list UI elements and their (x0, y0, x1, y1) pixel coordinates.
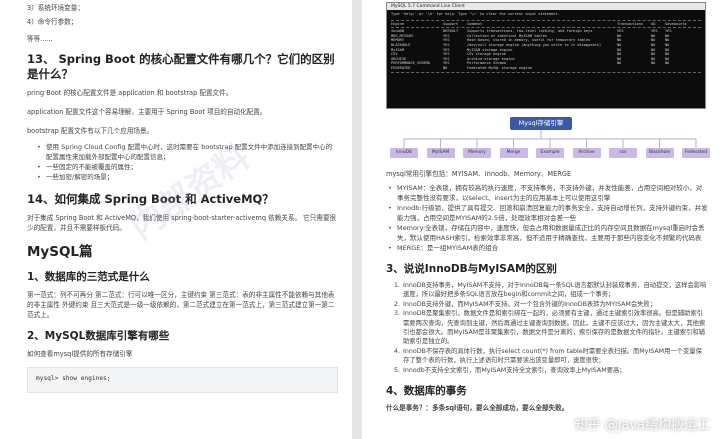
bullet-list: MYISAM：全表锁，拥有较高的执行速度，不支持事务，不支持外键，并发性能差，占… (388, 183, 708, 253)
list-item: 5. Innodb不支持全文索引，而MyISAM支持全文索引，查询效率上MyISA… (394, 366, 626, 374)
document-page-right: MySQL 5.7 Command Line Client Type 'help… (362, 0, 720, 439)
diagram-leaf-node: csv (609, 148, 637, 158)
paragraph: mysql常用引擎包括：MYISAM、Innodb、Memory、MERGE (386, 170, 572, 178)
paragraph: pring Boot 的核心配置文件是 application 和 bootst… (27, 89, 233, 97)
section-heading-mysql-engines: 2、MySQL数据库引擎有哪些 (27, 330, 170, 342)
diagram-leaf-node: InnoDB (390, 148, 418, 158)
engine-diagram: Mysql存储引擎 InnoDB MyISAM Memory Merge Example… (386, 115, 716, 165)
paragraph: application 配置文件这个容易理解，主要用于 Spring Boot … (27, 108, 267, 116)
section-heading-q13: 13、 Spring Boot 的核心配置文件有哪几个？它们的区别是什么？ (27, 52, 335, 81)
paragraph: 什么是事务？：多条sql语句，要么全部成功，要么全部失败。 (386, 404, 569, 413)
document-page-left: 3）系统环境变量； 4）命令行参数； 等等...... 13、 Spring B… (0, 0, 352, 439)
list-item: 4）命令行参数； (27, 18, 78, 26)
page-gutter (352, 0, 362, 439)
numbered-list: 1. InnoDB支持事务，MyISAM不支持，对于InnoDB每一条SQL语言都… (394, 281, 708, 375)
list-item: MERGE：是一组MYISAM表的组合 (388, 243, 708, 253)
diagram-leaf-node: Example (536, 148, 564, 158)
list-item: 4. InnoDB不保存表的具体行数，执行select count(*) from… (394, 347, 702, 365)
diagram-leaf-node: Memory (463, 148, 491, 158)
list-item: Innodb:行级锁，提供了具有提交、回滚和崩溃回复能力的事务安全，支持自动增长… (388, 203, 708, 223)
list-item: MYISAM：全表锁，拥有较高的执行速度，不支持事务，不支持外键，并发性能差，占… (388, 183, 708, 203)
etc-text: 等等...... (27, 35, 53, 43)
terminal-row: FEDERATED NO Federated MySQL storage engin… (391, 65, 532, 70)
list-item: 一些加密/解密的场景； (37, 172, 338, 182)
diagram-leaf-node: Blackhole (645, 148, 674, 158)
terminal-header-row: Engine Support Comment Transactions XA Savepo… (391, 21, 687, 26)
list-item: 使用 Spring Cloud Config 配置中心时，这时需要在 boots… (37, 142, 338, 162)
list-item: 一些固定的不能被覆盖的属性； (37, 162, 338, 172)
section-heading-q14: 14、如何集成 Spring Boot 和 ActiveMQ？ (27, 192, 274, 206)
section-heading-transactions: 4、数据库的事务 (386, 385, 467, 398)
paragraph: 第一范式：列不可再分 第二范式：行可以唯一区分，主键约束 第三范式：表的非主属性… (27, 291, 335, 319)
code-block: mysql> show engines; (27, 367, 338, 393)
list-item: 2. InnoDB支持外键，而MyISAM不支持。对一个包含外键的InnoDB表转… (394, 300, 657, 308)
list-item: Memory:全表锁，存储在内容中，速度快，但会占用和数据量成正比的内存空间且数… (388, 223, 708, 243)
terminal-title: MySQL 5.7 Command Line Client (387, 3, 705, 10)
diagram-root-node: Mysql存储引擎 (510, 117, 572, 130)
paragraph: 如何查看mysql提供的所有存储引擎 (27, 350, 133, 358)
section-heading-innodb-vs-myisam: 3、说说InnoDB与MyISAM的区别 (386, 263, 557, 275)
zhihu-watermark: 知乎 @java结构搬运工 (574, 418, 710, 433)
diagram-leaf-node: Merge (499, 148, 528, 158)
terminal-screenshot: MySQL 5.7 Command Line Client Type 'help… (386, 2, 706, 109)
chapter-title-mysql: MySQL篇 (27, 244, 93, 260)
bullet-list: 使用 Spring Cloud Config 配置中心时，这时需要在 boots… (37, 142, 338, 182)
diagram-leaf-node: Archive (572, 148, 601, 158)
paragraph: bootstrap 配置文件有以下几个应用场景。 (27, 127, 154, 135)
diagram-leaf-node: MyISAM (426, 148, 455, 158)
diagram-leaf-node: Federated (682, 148, 710, 158)
list-item: 3. InnoDB是聚集索引，数据文件是和索引绑在一起的，必须要有主键，通过主键索… (394, 310, 706, 346)
section-heading-normal-forms: 1、数据库的三范式是什么 (27, 271, 150, 283)
terminal-hint: Type 'help;' or '\h' for help. Type '\c'… (391, 12, 560, 16)
paragraph: 对于集成 Spring Boot 和 ActiveMQ，我们使用 spring-… (27, 214, 337, 232)
list-item: 1. InnoDB支持事务，MyISAM不支持，对于InnoDB每一条SQL语言都… (394, 282, 707, 299)
list-item: 3）系统环境变量； (27, 4, 84, 12)
